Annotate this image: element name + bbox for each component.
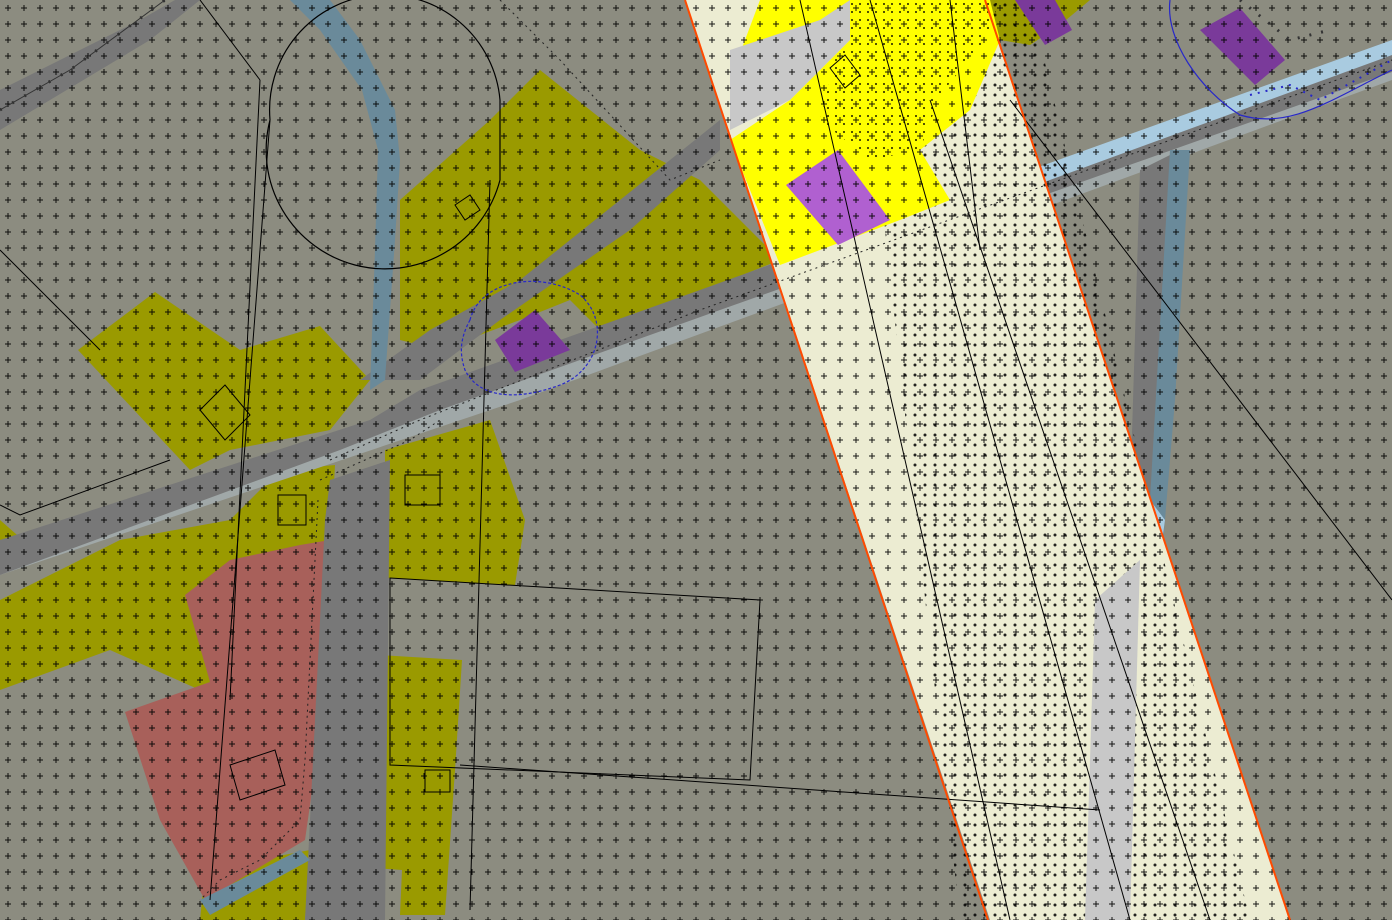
map-svg[interactable] — [0, 0, 1392, 920]
map-canvas[interactable] — [0, 0, 1392, 920]
